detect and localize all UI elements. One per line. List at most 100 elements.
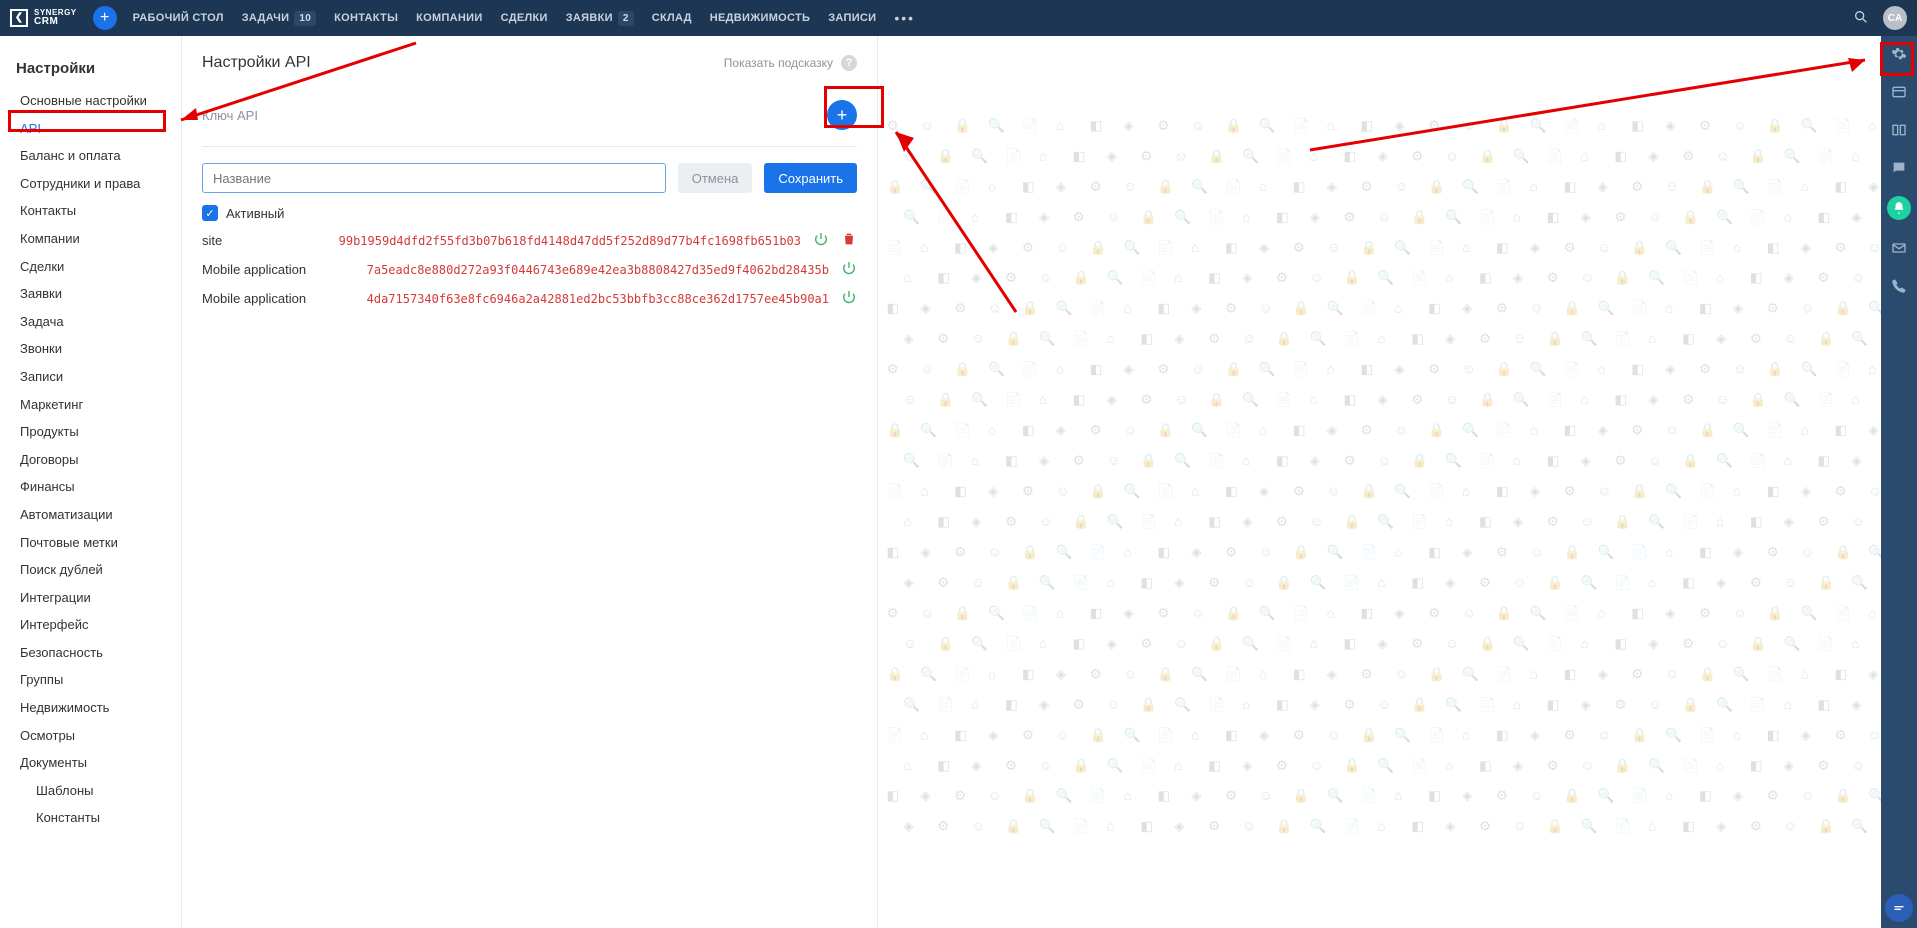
svg-text:◧: ◧ xyxy=(1090,605,1103,620)
nav-item-недвижимость[interactable]: НЕДВИЖИМОСТЬ xyxy=(710,12,810,24)
sidebar-item[interactable]: Интерфейс xyxy=(0,611,181,639)
svg-text:⚙: ⚙ xyxy=(937,575,949,590)
key-name-input[interactable] xyxy=(202,163,666,193)
nav-item-рабочий стол[interactable]: РАБОЧИЙ СТОЛ xyxy=(133,12,224,24)
sidebar-item[interactable]: Договоры xyxy=(0,446,181,474)
add-key-button[interactable]: + xyxy=(827,100,857,130)
svg-text:🔒: 🔒 xyxy=(1547,331,1564,346)
nav-item-сделки[interactable]: СДЕЛКИ xyxy=(501,12,548,24)
sidebar-subitem[interactable]: Константы xyxy=(0,804,181,832)
svg-text:☺: ☺ xyxy=(1851,514,1865,529)
svg-text:◧: ◧ xyxy=(1547,453,1560,468)
svg-text:🔍: 🔍 xyxy=(1597,299,1614,316)
svg-text:🔒: 🔒 xyxy=(1564,788,1581,803)
nav-item-задачи[interactable]: ЗАДАЧИ10 xyxy=(242,11,316,26)
svg-text:🔍: 🔍 xyxy=(1784,146,1801,163)
svg-text:🔍: 🔍 xyxy=(1123,725,1140,742)
svg-text:☺: ☺ xyxy=(1868,727,1881,742)
sidebar-item[interactable]: Почтовые метки xyxy=(0,529,181,557)
svg-text:⌂: ⌂ xyxy=(903,514,911,529)
sidebar-item[interactable]: Баланс и оплата xyxy=(0,142,181,170)
svg-text:⌂: ⌂ xyxy=(1462,484,1470,499)
svg-text:📄: 📄 xyxy=(954,422,971,438)
svg-text:⌂: ⌂ xyxy=(1123,544,1131,559)
card-icon[interactable] xyxy=(1889,82,1909,102)
nav-item-склад[interactable]: СКЛАД xyxy=(652,12,692,24)
sidebar-item[interactable]: Продукты xyxy=(0,418,181,446)
search-icon[interactable] xyxy=(1853,9,1869,28)
svg-text:◈: ◈ xyxy=(1597,423,1608,438)
svg-text:◧: ◧ xyxy=(1073,148,1086,163)
section-title: Ключ API xyxy=(202,108,258,123)
power-icon[interactable] xyxy=(841,289,857,308)
sidebar-item[interactable]: Осмотры xyxy=(0,722,181,750)
sidebar-item[interactable]: Маркетинг xyxy=(0,391,181,419)
sidebar-item[interactable]: Заявки xyxy=(0,280,181,308)
phone-icon[interactable] xyxy=(1889,276,1909,296)
avatar[interactable]: CA xyxy=(1883,6,1907,30)
sidebar-item[interactable]: Финансы xyxy=(0,473,181,501)
show-hint-link[interactable]: Показать подсказку ? xyxy=(724,55,857,71)
sidebar-item[interactable]: Контакты xyxy=(0,197,181,225)
logo[interactable]: ❮ SYNERGY CRM xyxy=(10,9,77,27)
svg-text:📄: 📄 xyxy=(1682,757,1699,773)
svg-text:⌂: ⌂ xyxy=(1259,666,1267,681)
nav-more-icon[interactable]: ••• xyxy=(894,10,915,26)
trash-icon[interactable] xyxy=(841,231,857,250)
svg-text:◈: ◈ xyxy=(1327,666,1338,681)
sidebar-item[interactable]: Сотрудники и права xyxy=(0,170,181,198)
svg-text:🔍: 🔍 xyxy=(1581,329,1598,346)
api-key-value: 99b1959d4dfd2f55fd3b07b618fd4148d47dd5f2… xyxy=(339,234,801,248)
svg-text:◧: ◧ xyxy=(1157,788,1170,803)
svg-text:🔒: 🔒 xyxy=(1564,301,1581,316)
header-add-button[interactable]: + xyxy=(93,6,117,30)
svg-text:⌂: ⌂ xyxy=(1851,392,1859,407)
sidebar-item[interactable]: Недвижимость xyxy=(0,694,181,722)
svg-text:◧: ◧ xyxy=(1631,605,1644,620)
sidebar-item[interactable]: Документы xyxy=(0,749,181,777)
svg-text:🔒: 🔒 xyxy=(1547,575,1564,590)
chat-icon[interactable] xyxy=(1889,158,1909,178)
nav-item-заявки[interactable]: ЗАЯВКИ2 xyxy=(566,11,634,26)
svg-text:⌂: ⌂ xyxy=(1733,240,1741,255)
svg-text:🔒: 🔒 xyxy=(1614,270,1631,285)
nav-item-записи[interactable]: ЗАПИСИ xyxy=(828,12,876,24)
cancel-button[interactable]: Отмена xyxy=(678,163,753,193)
sidebar-item[interactable]: Интеграции xyxy=(0,584,181,612)
sidebar-item[interactable]: Звонки xyxy=(0,335,181,363)
sidebar-item[interactable]: Поиск дублей xyxy=(0,556,181,584)
sidebar-item[interactable]: Безопасность xyxy=(0,639,181,667)
sidebar-item[interactable]: Задача xyxy=(0,308,181,336)
power-icon[interactable] xyxy=(841,260,857,279)
svg-text:⌂: ⌂ xyxy=(1665,301,1673,316)
mail-icon[interactable] xyxy=(1889,238,1909,258)
save-button[interactable]: Сохранить xyxy=(764,163,857,193)
active-checkbox[interactable]: ✓ xyxy=(202,205,218,221)
svg-text:🔒: 🔒 xyxy=(1682,453,1699,468)
nav-item-компании[interactable]: КОМПАНИИ xyxy=(416,12,482,24)
svg-text:🔒: 🔒 xyxy=(937,392,954,407)
power-icon[interactable] xyxy=(813,231,829,250)
svg-text:☺: ☺ xyxy=(1801,544,1815,559)
sidebar-item[interactable]: Группы xyxy=(0,666,181,694)
sidebar-item[interactable]: Компании xyxy=(0,225,181,253)
svg-text:🔒: 🔒 xyxy=(1157,666,1174,681)
svg-text:⚙: ⚙ xyxy=(1547,758,1559,773)
svg-text:⌂: ⌂ xyxy=(1039,636,1047,651)
svg-text:🔒: 🔒 xyxy=(1005,819,1022,834)
sidebar-item[interactable]: API xyxy=(0,115,181,143)
sidebar-item[interactable]: Сделки xyxy=(0,253,181,281)
nav-item-контакты[interactable]: КОНТАКТЫ xyxy=(334,12,398,24)
svg-text:🔍: 🔍 xyxy=(1868,786,1881,803)
book-icon[interactable] xyxy=(1889,120,1909,140)
svg-text:◧: ◧ xyxy=(1479,270,1492,285)
svg-text:☺: ☺ xyxy=(988,544,1002,559)
sidebar-item[interactable]: Основные настройки xyxy=(0,87,181,115)
top-nav: РАБОЧИЙ СТОЛ ЗАДАЧИ10 КОНТАКТЫ КОМПАНИИ СДЕЛ… xyxy=(133,11,877,26)
sidebar-item[interactable]: Записи xyxy=(0,363,181,391)
gear-icon[interactable] xyxy=(1889,44,1909,64)
bell-icon[interactable] xyxy=(1887,196,1911,220)
help-bubble-icon[interactable] xyxy=(1885,894,1913,922)
sidebar-subitem[interactable]: Шаблоны xyxy=(0,777,181,805)
sidebar-item[interactable]: Автоматизации xyxy=(0,501,181,529)
